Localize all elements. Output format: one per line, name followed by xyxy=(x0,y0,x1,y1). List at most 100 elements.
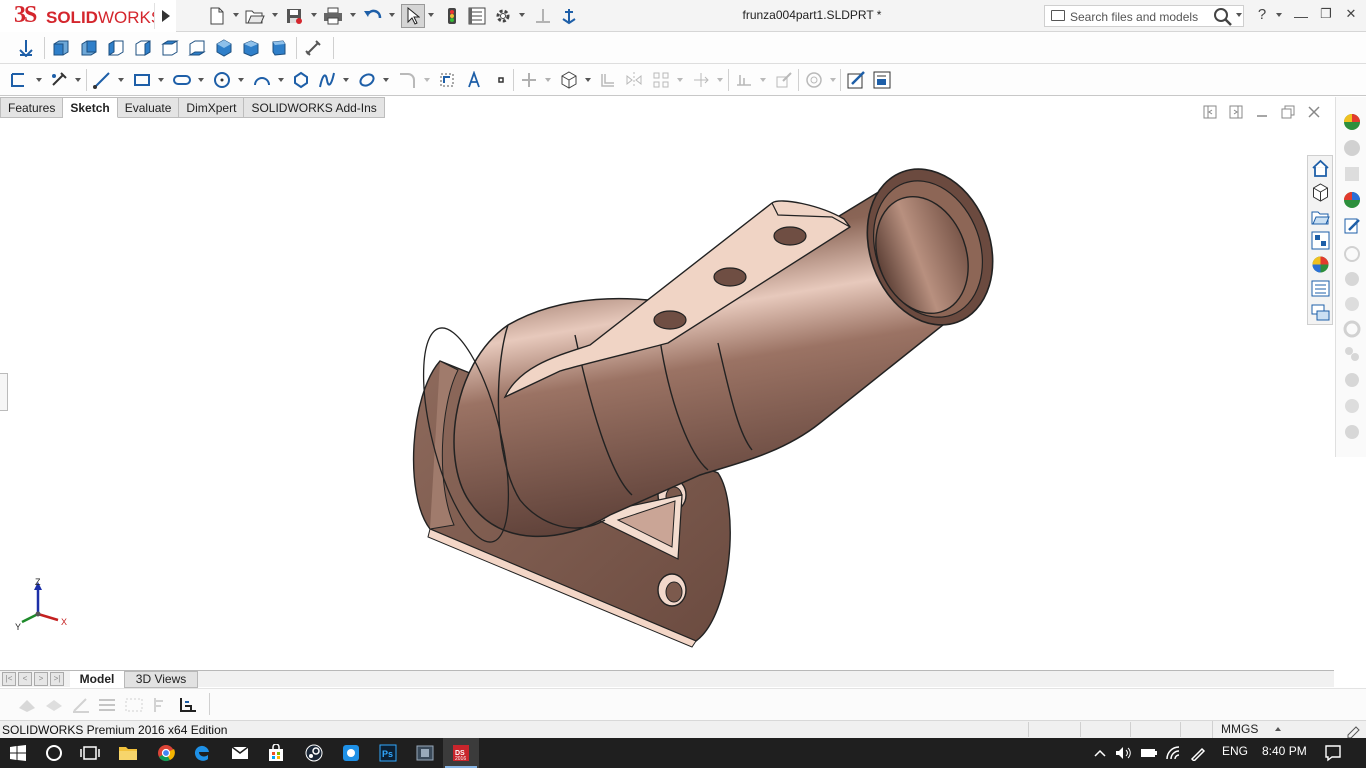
tab-model[interactable]: Model xyxy=(70,671,124,688)
slot-dropdown-arrow-icon[interactable] xyxy=(198,78,204,82)
new-dropdown-arrow-icon[interactable] xyxy=(233,13,239,17)
trimetric-view-icon[interactable] xyxy=(242,39,260,57)
pane-tool-3-icon[interactable] xyxy=(1342,294,1362,314)
right-view-icon[interactable] xyxy=(134,39,152,57)
relations-icon[interactable] xyxy=(735,71,753,89)
offset-entities-icon[interactable] xyxy=(599,71,617,89)
convert-entities-icon[interactable] xyxy=(560,71,578,89)
annotation-tool-2-icon[interactable] xyxy=(44,696,64,714)
line-dropdown-arrow-icon[interactable] xyxy=(118,78,124,82)
line-icon[interactable] xyxy=(93,71,111,89)
windows-start-icon[interactable] xyxy=(0,738,36,768)
status-bar-options-icon[interactable] xyxy=(1345,722,1361,738)
annotation-tool-1-icon[interactable] xyxy=(17,696,37,714)
pane-tool-7-icon[interactable] xyxy=(1342,396,1362,416)
save-icon[interactable] xyxy=(283,5,305,27)
pane-tool-2-icon[interactable] xyxy=(1342,269,1362,289)
home-icon[interactable] xyxy=(1311,159,1330,178)
move-entities-icon[interactable] xyxy=(692,71,710,89)
ellipse-icon[interactable] xyxy=(358,71,376,89)
tab-evaluate[interactable]: Evaluate xyxy=(117,97,180,118)
spline-dropdown-arrow-icon[interactable] xyxy=(343,78,349,82)
edge-icon[interactable] xyxy=(184,738,220,768)
viewport-restore-icon[interactable] xyxy=(1280,104,1296,120)
appearances-icon[interactable] xyxy=(1311,255,1330,274)
tab-3d-views[interactable]: 3D Views xyxy=(124,671,198,688)
viewport-minimize-icon[interactable] xyxy=(1254,104,1270,120)
pane-tool-1-icon[interactable] xyxy=(1342,244,1362,264)
cortana-search-icon[interactable] xyxy=(36,738,72,768)
arc-icon[interactable] xyxy=(253,71,271,89)
isometric-view-icon[interactable] xyxy=(215,39,233,57)
new-document-icon[interactable] xyxy=(206,5,228,27)
menu-expand-arrow-icon[interactable] xyxy=(154,3,176,29)
ellipse-dropdown-arrow-icon[interactable] xyxy=(383,78,389,82)
smart-dimension-icon[interactable] xyxy=(304,39,322,57)
view-palette-icon[interactable] xyxy=(1311,231,1330,250)
search-folder-icon[interactable] xyxy=(1051,10,1065,21)
tab-features[interactable]: Features xyxy=(0,97,64,118)
close-button[interactable]: ✕ xyxy=(1341,6,1361,26)
annotation-tool-5-icon[interactable] xyxy=(124,696,144,714)
select-pointer-icon[interactable] xyxy=(401,4,425,28)
pane-tool-4-icon[interactable] xyxy=(1342,319,1362,339)
file-properties-icon[interactable] xyxy=(466,5,488,27)
custom-properties-icon[interactable] xyxy=(1311,279,1330,298)
search-icon[interactable] xyxy=(1213,7,1233,27)
feature-tree-expand-handle[interactable] xyxy=(0,373,8,411)
slot-icon[interactable] xyxy=(173,71,191,89)
sketch-dropdown-arrow-icon[interactable] xyxy=(36,78,42,82)
dimension-dropdown-arrow-icon[interactable] xyxy=(75,78,81,82)
circle-icon[interactable] xyxy=(213,71,231,89)
solidworks-logo[interactable]: 3S SOLIDWORKS xyxy=(0,0,176,32)
help-dropdown-arrow-icon[interactable] xyxy=(1276,13,1282,17)
save-dropdown-arrow-icon[interactable] xyxy=(311,13,317,17)
tab-addins[interactable]: SOLIDWORKS Add-Ins xyxy=(244,97,385,118)
viewport-close-icon[interactable] xyxy=(1306,104,1322,120)
tab-first-arrow-icon[interactable]: |< xyxy=(2,672,16,686)
circle-dropdown-arrow-icon[interactable] xyxy=(238,78,244,82)
open-folder-icon[interactable] xyxy=(244,5,266,27)
spline-icon[interactable] xyxy=(318,71,336,89)
point-icon[interactable] xyxy=(492,71,510,89)
relations-dropdown-arrow-icon[interactable] xyxy=(760,78,766,82)
rectangle-dropdown-arrow-icon[interactable] xyxy=(158,78,164,82)
back-view-icon[interactable] xyxy=(80,39,98,57)
search-input[interactable] xyxy=(1070,9,1208,24)
tab-next-arrow-icon[interactable]: > xyxy=(34,672,48,686)
traffic-light-icon[interactable] xyxy=(441,5,463,27)
trim-icon[interactable] xyxy=(520,71,538,89)
forum-icon[interactable] xyxy=(1311,303,1330,322)
help-icon[interactable]: ? xyxy=(1252,6,1272,26)
solidworks-resources-icon[interactable] xyxy=(1342,112,1362,132)
annotation-tool-7-icon[interactable] xyxy=(178,696,198,714)
annotation-tool-4-icon[interactable] xyxy=(97,696,117,714)
reference-geometry-icon[interactable] xyxy=(532,5,554,27)
pattern-dropdown-arrow-icon[interactable] xyxy=(677,78,683,82)
arc-dropdown-arrow-icon[interactable] xyxy=(278,78,284,82)
anchor-icon[interactable] xyxy=(558,5,580,27)
rectangle-icon[interactable] xyxy=(133,71,151,89)
snaps-dropdown-arrow-icon[interactable] xyxy=(830,78,836,82)
tray-show-hidden-icon[interactable] xyxy=(1093,747,1107,759)
undo-icon[interactable] xyxy=(362,5,384,27)
tab-prev-arrow-icon[interactable]: < xyxy=(18,672,32,686)
print-icon[interactable] xyxy=(322,5,344,27)
task-view-icon[interactable] xyxy=(72,738,108,768)
text-tool-icon[interactable] xyxy=(465,71,483,89)
solidworks-taskbar-icon[interactable]: DS 2016 xyxy=(443,738,479,768)
dimetric-view-icon[interactable] xyxy=(269,39,287,57)
left-view-icon[interactable] xyxy=(107,39,125,57)
repair-sketch-icon[interactable] xyxy=(775,71,793,89)
offset-icon[interactable] xyxy=(438,71,456,89)
part-3d-model[interactable] xyxy=(400,165,1010,650)
photoshop-icon[interactable]: Ps xyxy=(370,738,406,768)
options-dropdown-arrow-icon[interactable] xyxy=(519,13,525,17)
options-gear-icon[interactable] xyxy=(492,5,514,27)
design-library-icon[interactable] xyxy=(1342,138,1362,158)
fillet-dropdown-arrow-icon[interactable] xyxy=(424,78,430,82)
open-file-icon[interactable] xyxy=(1311,207,1330,226)
tab-dimxpert[interactable]: DimXpert xyxy=(179,97,245,118)
annotation-tool-6-icon[interactable] xyxy=(151,696,171,714)
chrome-icon[interactable] xyxy=(148,738,184,768)
